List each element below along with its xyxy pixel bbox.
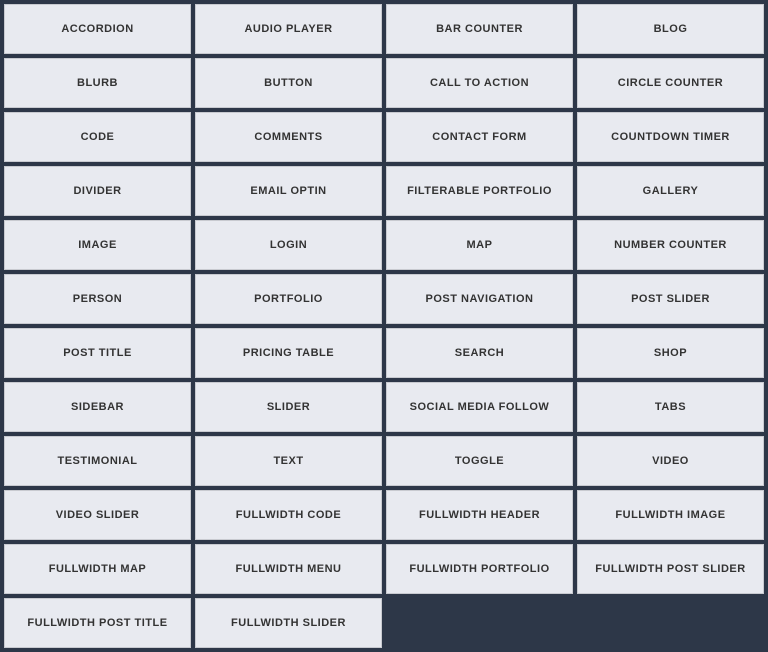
grid-item-countdown-timer[interactable]: COUNTDOWN TIMER	[577, 112, 764, 162]
grid-item-divider[interactable]: DIVIDER	[4, 166, 191, 216]
grid-item-label-fullwidth-menu: FULLWIDTH MENU	[236, 562, 342, 576]
grid-item-label-person: PERSON	[73, 292, 122, 306]
grid-item-call-to-action[interactable]: CALL TO ACTION	[386, 58, 573, 108]
grid-item-label-shop: SHOP	[654, 346, 687, 360]
grid-item-label-fullwidth-post-slider: FULLWIDTH POST SLIDER	[595, 562, 745, 576]
grid-item-tabs[interactable]: TABS	[577, 382, 764, 432]
grid-item-pricing-table[interactable]: PRICING TABLE	[195, 328, 382, 378]
grid-item-label-fullwidth-slider: FULLWIDTH SLIDER	[231, 616, 346, 630]
grid-item-label-pricing-table: PRICING TABLE	[243, 346, 334, 360]
grid-item-label-fullwidth-header: FULLWIDTH HEADER	[419, 508, 540, 522]
grid-item-label-image: IMAGE	[78, 238, 117, 252]
grid-item-label-post-slider: POST SLIDER	[631, 292, 710, 306]
grid-item-fullwidth-code[interactable]: FULLWIDTH CODE	[195, 490, 382, 540]
grid-item-label-gallery: GALLERY	[643, 184, 699, 198]
grid-item-blog[interactable]: BLOG	[577, 4, 764, 54]
grid-item-post-slider[interactable]: POST SLIDER	[577, 274, 764, 324]
grid-item-fullwidth-image[interactable]: FULLWIDTH IMAGE	[577, 490, 764, 540]
grid-item-post-title[interactable]: POST TITLE	[4, 328, 191, 378]
grid-item-blurb[interactable]: BLURB	[4, 58, 191, 108]
grid-item-post-navigation[interactable]: POST NAVIGATION	[386, 274, 573, 324]
grid-item-portfolio[interactable]: PORTFOLIO	[195, 274, 382, 324]
grid-item-label-fullwidth-map: FULLWIDTH MAP	[49, 562, 147, 576]
grid-item-video[interactable]: VIDEO	[577, 436, 764, 486]
grid-item-fullwidth-map[interactable]: FULLWIDTH MAP	[4, 544, 191, 594]
grid-item-person[interactable]: PERSON	[4, 274, 191, 324]
grid-item-label-fullwidth-post-title: FULLWIDTH POST TITLE	[27, 616, 167, 630]
grid-item-bar-counter[interactable]: BAR COUNTER	[386, 4, 573, 54]
grid-item-label-filterable-portfolio: FILTERABLE PORTFOLIO	[407, 184, 552, 198]
grid-item-filterable-portfolio[interactable]: FILTERABLE PORTFOLIO	[386, 166, 573, 216]
grid-item-fullwidth-slider[interactable]: FULLWIDTH SLIDER	[195, 598, 382, 648]
grid-item-circle-counter[interactable]: CIRCLE COUNTER	[577, 58, 764, 108]
grid-item-fullwidth-header[interactable]: FULLWIDTH HEADER	[386, 490, 573, 540]
grid-item-fullwidth-post-slider[interactable]: FULLWIDTH POST SLIDER	[577, 544, 764, 594]
grid-item-map[interactable]: MAP	[386, 220, 573, 270]
grid-item-label-accordion: ACCORDION	[61, 22, 133, 36]
grid-item-contact-form[interactable]: CONTACT FORM	[386, 112, 573, 162]
grid-item-email-optin[interactable]: EMAIL OPTIN	[195, 166, 382, 216]
grid-item-label-email-optin: EMAIL OPTIN	[250, 184, 326, 198]
grid-item-label-social-media-follow: SOCIAL MEDIA FOLLOW	[410, 400, 550, 414]
grid-item-label-tabs: TABS	[655, 400, 686, 414]
grid-item-comments[interactable]: COMMENTS	[195, 112, 382, 162]
grid-item-search[interactable]: SEARCH	[386, 328, 573, 378]
grid-item-label-comments: COMMENTS	[254, 130, 322, 144]
grid-item-label-video: VIDEO	[652, 454, 689, 468]
grid-item-label-blog: BLOG	[654, 22, 688, 36]
grid-item-label-sidebar: SIDEBAR	[71, 400, 124, 414]
grid-item-login[interactable]: LOGIN	[195, 220, 382, 270]
grid-item-gallery[interactable]: GALLERY	[577, 166, 764, 216]
grid-item-label-audio-player: AUDIO PLAYER	[244, 22, 332, 36]
grid-item-label-fullwidth-code: FULLWIDTH CODE	[236, 508, 341, 522]
grid-item-text[interactable]: TEXT	[195, 436, 382, 486]
grid-item-label-testimonial: TESTIMONIAL	[57, 454, 137, 468]
grid-item-label-blurb: BLURB	[77, 76, 118, 90]
grid-item-label-slider: SLIDER	[267, 400, 310, 414]
grid-item-label-toggle: TOGGLE	[455, 454, 504, 468]
grid-item-label-login: LOGIN	[270, 238, 307, 252]
module-grid: ACCORDION AUDIO PLAYER BAR COUNTER BLOG BLUR…	[4, 4, 764, 648]
grid-item-accordion[interactable]: ACCORDION	[4, 4, 191, 54]
grid-item-image[interactable]: IMAGE	[4, 220, 191, 270]
grid-item-label-call-to-action: CALL TO ACTION	[430, 76, 529, 90]
grid-item-fullwidth-post-title[interactable]: FULLWIDTH POST TITLE	[4, 598, 191, 648]
grid-item-code[interactable]: CODE	[4, 112, 191, 162]
grid-item-label-contact-form: CONTACT FORM	[432, 130, 526, 144]
grid-item-label-text: TEXT	[273, 454, 303, 468]
grid-item-label-bar-counter: BAR COUNTER	[436, 22, 523, 36]
grid-item-button[interactable]: BUTTON	[195, 58, 382, 108]
grid-item-label-fullwidth-portfolio: FULLWIDTH PORTFOLIO	[409, 562, 549, 576]
grid-item-label-search: SEARCH	[455, 346, 504, 360]
grid-item-fullwidth-menu[interactable]: FULLWIDTH MENU	[195, 544, 382, 594]
grid-item-video-slider[interactable]: VIDEO SLIDER	[4, 490, 191, 540]
grid-item-label-circle-counter: CIRCLE COUNTER	[618, 76, 723, 90]
grid-item-sidebar[interactable]: SIDEBAR	[4, 382, 191, 432]
grid-item-testimonial[interactable]: TESTIMONIAL	[4, 436, 191, 486]
grid-item-number-counter[interactable]: NUMBER COUNTER	[577, 220, 764, 270]
grid-item-label-button: BUTTON	[264, 76, 313, 90]
grid-item-slider[interactable]: SLIDER	[195, 382, 382, 432]
grid-item-shop[interactable]: SHOP	[577, 328, 764, 378]
grid-item-label-divider: DIVIDER	[73, 184, 121, 198]
grid-item-label-code: CODE	[81, 130, 115, 144]
grid-item-label-countdown-timer: COUNTDOWN TIMER	[611, 130, 730, 144]
grid-item-label-post-navigation: POST NAVIGATION	[426, 292, 534, 306]
grid-item-label-map: MAP	[467, 238, 493, 252]
grid-item-audio-player[interactable]: AUDIO PLAYER	[195, 4, 382, 54]
grid-item-label-number-counter: NUMBER COUNTER	[614, 238, 727, 252]
grid-item-social-media-follow[interactable]: SOCIAL MEDIA FOLLOW	[386, 382, 573, 432]
grid-item-fullwidth-portfolio[interactable]: FULLWIDTH PORTFOLIO	[386, 544, 573, 594]
grid-item-label-portfolio: PORTFOLIO	[254, 292, 323, 306]
grid-item-label-video-slider: VIDEO SLIDER	[56, 508, 140, 522]
grid-item-label-post-title: POST TITLE	[63, 346, 132, 360]
grid-item-label-fullwidth-image: FULLWIDTH IMAGE	[615, 508, 725, 522]
grid-item-toggle[interactable]: TOGGLE	[386, 436, 573, 486]
